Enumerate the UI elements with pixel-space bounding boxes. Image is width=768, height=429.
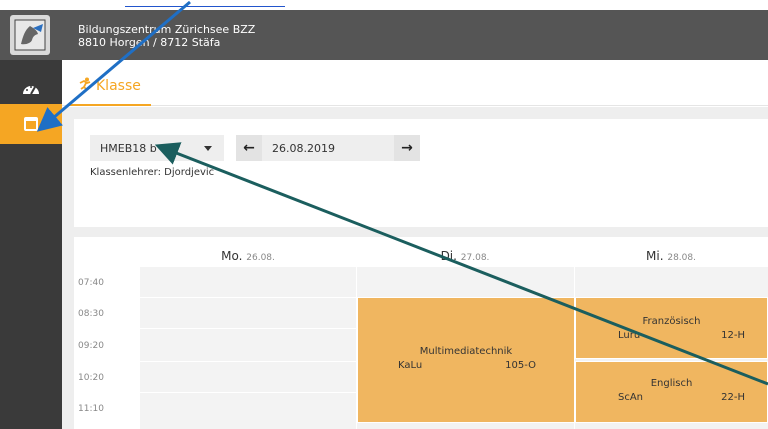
lesson-block-multimediatechnik[interactable]: Multimediatechnik KaLu 105-O [357, 297, 575, 423]
lesson-subject: Englisch [650, 378, 693, 389]
day-date: 27.08. [460, 253, 490, 263]
time-label: 08:30 [78, 309, 104, 319]
day-header-wednesday: Mi. 28.08. [574, 249, 768, 269]
caret-down-icon [204, 146, 212, 151]
previous-date-button[interactable]: ← [236, 135, 262, 161]
day-date: 26.08. [246, 253, 275, 263]
date-value: 26.08.2019 [272, 141, 335, 155]
day-name: Di. [440, 249, 457, 263]
lesson-teacher: KaLu [398, 360, 423, 371]
time-label: 11:10 [78, 404, 104, 414]
timetable: Mo. 26.08. Di. 27.08. Mi. 28.08. 07:40 0… [74, 237, 768, 429]
document-top-strip [0, 0, 768, 10]
class-select[interactable]: HMEB18 b [90, 135, 224, 161]
tab-bar: Klasse [62, 60, 768, 106]
gauge-icon [23, 86, 39, 95]
lesson-teacher: ScAn [618, 392, 644, 403]
time-label: 10:20 [78, 373, 104, 383]
org-name: Bildungszentrum Zürichsee BZZ [78, 23, 256, 36]
filter-card: HMEB18 b ← 26.08.2019 → Klassenlehrer: D… [74, 119, 768, 227]
sidebar-item-calendar[interactable] [0, 104, 62, 144]
arrow-left-icon: ← [243, 140, 255, 156]
arrow-right-icon: → [401, 140, 413, 156]
calendar-icon [24, 117, 38, 131]
tab-klasse[interactable]: Klasse [68, 68, 151, 106]
lesson-room: 22-H [721, 392, 745, 403]
organization-title: Bildungszentrum Zürichsee BZZ 8810 Horge… [78, 23, 255, 49]
org-location: 8810 Horgen / 8712 Stäfa [78, 36, 221, 49]
time-label: 09:20 [78, 341, 104, 351]
main-area: HMEB18 b ← 26.08.2019 → Klassenlehrer: D… [62, 107, 768, 429]
time-label: 07:40 [78, 278, 104, 288]
date-input[interactable]: 26.08.2019 [262, 135, 394, 161]
sidebar [0, 60, 62, 429]
tab-label: Klasse [96, 78, 141, 94]
day-name: Mo. [221, 249, 243, 263]
lesson-block-englisch[interactable]: Englisch ScAn 22-H [575, 361, 768, 423]
app-header: Bildungszentrum Zürichsee BZZ 8810 Horge… [0, 10, 768, 60]
class-teacher-label: Klassenlehrer: Djordjevic [90, 167, 215, 178]
lesson-subject: Multimediatechnik [419, 346, 513, 357]
next-date-button[interactable]: → [394, 135, 420, 161]
lion-coat-of-arms-icon[interactable] [10, 15, 50, 55]
person-running-icon [78, 77, 92, 95]
day-header-tuesday: Di. 27.08. [356, 249, 574, 269]
lesson-teacher: Luru [618, 330, 641, 341]
day-name: Mi. [646, 249, 664, 263]
lesson-room: 12-H [721, 330, 745, 341]
sidebar-item-dashboard[interactable] [0, 68, 62, 108]
day-header-monday: Mo. 26.08. [140, 249, 356, 269]
day-column-monday[interactable] [140, 267, 356, 429]
lesson-subject: Französisch [642, 316, 701, 327]
lesson-room: 105-O [505, 360, 536, 371]
lesson-block-franzoesisch[interactable]: Französisch Luru 12-H [575, 297, 768, 359]
link-underline [125, 6, 285, 7]
day-date: 28.08. [667, 253, 696, 263]
class-select-value: HMEB18 b [100, 141, 157, 155]
